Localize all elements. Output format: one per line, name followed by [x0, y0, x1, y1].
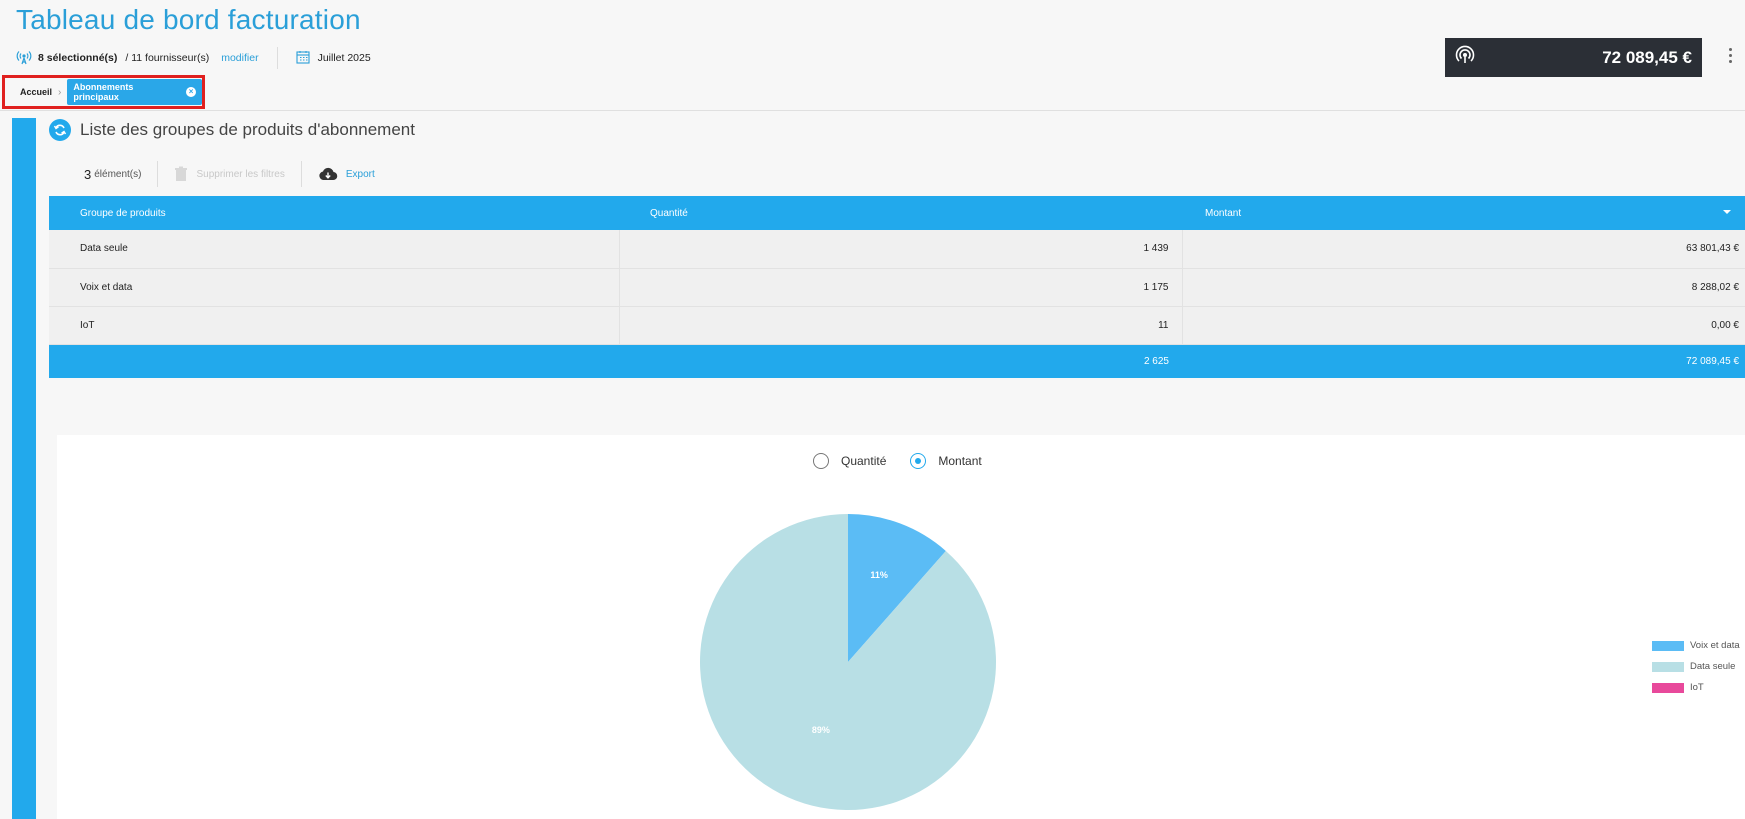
column-header-group[interactable]: Groupe de produits	[49, 196, 619, 230]
radio-quantity[interactable]	[813, 453, 829, 469]
column-header-quantity[interactable]: Quantité	[619, 196, 1182, 230]
total-quantity: 2 625	[1143, 355, 1169, 367]
page-title: Tableau de bord facturation	[16, 4, 361, 35]
breadcrumb-home[interactable]: Accueil	[20, 87, 52, 97]
table-header-row: Groupe de produits Quantité Montant	[49, 196, 1745, 230]
clear-filters-button[interactable]: Supprimer les filtres	[174, 166, 285, 182]
table-row[interactable]: Voix et data 1 175 8 288,02 €	[49, 268, 1745, 306]
legend-swatch	[1652, 682, 1684, 693]
export-button[interactable]: Export	[318, 167, 375, 181]
product-groups-table: Groupe de produits Quantité Montant Data…	[49, 196, 1745, 378]
item-count-label: élément(s)	[94, 168, 142, 180]
cell-amount: 8 288,02 €	[1691, 281, 1739, 293]
refresh-icon	[49, 119, 71, 141]
trash-icon	[175, 166, 188, 181]
legend-swatch	[1652, 661, 1684, 672]
cell-group: Data seule	[49, 230, 620, 268]
table-total-row: 2 625 72 089,45 €	[49, 344, 1745, 378]
filter-bar: 8 sélectionné(s) / 11 fournisseur(s) mod…	[16, 47, 371, 69]
cell-group: Voix et data	[49, 268, 620, 306]
cell-quantity: 1 439	[619, 230, 1183, 268]
divider	[0, 110, 1745, 111]
sort-desc-icon[interactable]	[1723, 210, 1731, 214]
clear-filters-label: Supprimer les filtres	[196, 168, 285, 180]
broadcast-icon	[1455, 45, 1475, 70]
radio-amount-label[interactable]: Montant	[938, 454, 981, 468]
breadcrumb: Accueil › Abonnements principaux ×	[2, 75, 205, 109]
more-options-icon[interactable]	[1727, 48, 1733, 63]
legend-item[interactable]: Data seule	[1652, 656, 1740, 677]
cloud-download-icon	[319, 167, 338, 181]
cell-amount: 0,00 €	[1711, 319, 1739, 331]
modify-link[interactable]: modifier	[221, 52, 258, 64]
calendar-icon[interactable]	[296, 50, 310, 67]
selection-count: 8 sélectionné(s)	[38, 52, 118, 64]
cell-amount: 63 801,43 €	[1686, 243, 1739, 255]
cell-quantity: 11	[619, 306, 1183, 344]
legend-label: Data seule	[1690, 661, 1736, 672]
total-amount-cell: 72 089,45 €	[1686, 355, 1739, 367]
total-amount-box: 72 089,45 €	[1445, 38, 1702, 77]
pie-data-label: 89%	[811, 725, 830, 736]
chart-mode-toggle: Quantité Montant	[813, 453, 1006, 469]
pie-data-label: 11%	[870, 570, 888, 581]
legend-label: Voix et data	[1690, 640, 1740, 651]
item-count: 3	[84, 166, 92, 182]
close-icon[interactable]: ×	[186, 87, 196, 97]
divider	[300, 161, 302, 187]
radio-quantity-label[interactable]: Quantité	[841, 454, 886, 468]
period-selector[interactable]: Juillet 2025	[318, 52, 371, 64]
column-header-amount[interactable]: Montant	[1182, 196, 1745, 230]
column-header-amount-label: Montant	[1205, 207, 1242, 219]
table-row[interactable]: IoT 11 0,00 €	[49, 306, 1745, 344]
table-toolbar: 3 élément(s) Supprimer les filtres Expor…	[84, 161, 375, 187]
table-row[interactable]: Data seule 1 439 63 801,43 €	[49, 230, 1745, 268]
pie-chart	[700, 514, 996, 810]
chevron-right-icon: ›	[58, 86, 62, 98]
cell-quantity: 1 175	[619, 268, 1183, 306]
legend-label: IoT	[1690, 682, 1704, 693]
cell-group: IoT	[49, 306, 620, 344]
total-amount: 72 089,45 €	[1602, 47, 1692, 67]
export-label: Export	[345, 168, 375, 180]
antenna-icon	[16, 49, 32, 68]
divider	[157, 161, 159, 187]
total-label-cell	[49, 344, 619, 378]
breadcrumb-current: Abonnements principaux ×	[67, 79, 202, 105]
legend-item[interactable]: Voix et data	[1652, 635, 1740, 656]
divider	[276, 47, 278, 69]
left-accent-bar	[12, 118, 36, 819]
breadcrumb-current-label: Abonnements principaux	[73, 82, 134, 102]
chart-legend: Voix et data Data seule IoT	[1652, 635, 1740, 698]
section-title: Liste des groupes de produits d'abonneme…	[80, 120, 415, 139]
legend-swatch	[1652, 640, 1684, 651]
pie-slice-data-seule[interactable]	[700, 514, 996, 810]
supplier-count: / 11 fournisseur(s)	[125, 52, 210, 64]
legend-item[interactable]: IoT	[1652, 677, 1740, 698]
radio-amount[interactable]	[910, 453, 927, 469]
